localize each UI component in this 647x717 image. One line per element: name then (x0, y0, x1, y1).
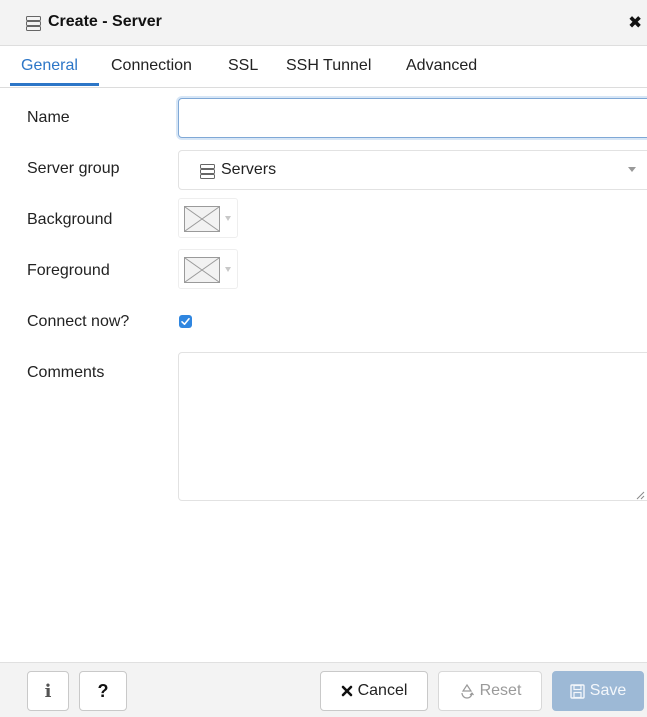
server-group-label: Server group (27, 160, 120, 177)
comments-textarea[interactable] (178, 352, 647, 501)
help-icon: ? (97, 680, 109, 701)
chevron-down-icon (628, 167, 636, 172)
name-label: Name (27, 109, 70, 126)
server-group-select[interactable]: Servers (178, 150, 647, 190)
dialog-titlebar: Create - Server ✖ (0, 0, 647, 46)
dialog-footer: i ? Cancel Reset Save (0, 662, 647, 717)
comments-label: Comments (27, 364, 105, 381)
save-label: Save (589, 682, 627, 699)
server-group-icon (200, 164, 215, 184)
reset-label: Reset (479, 682, 522, 699)
reset-button[interactable]: Reset (438, 671, 542, 711)
resize-grip-icon[interactable] (635, 487, 645, 505)
no-color-icon (184, 257, 220, 288)
recycle-icon (459, 683, 475, 699)
server-group-icon (26, 16, 41, 36)
tab-ssh-tunnel[interactable]: SSH Tunnel (286, 57, 371, 75)
tab-bar: General Connection SSL SSH Tunnel Advanc… (0, 46, 647, 88)
chevron-down-icon (225, 216, 231, 221)
active-tab-indicator (10, 83, 99, 86)
cancel-button[interactable]: Cancel (320, 671, 428, 711)
foreground-color-picker[interactable] (178, 249, 238, 289)
info-icon: i (44, 680, 52, 702)
chevron-down-icon (225, 267, 231, 272)
check-icon (181, 317, 190, 325)
server-group-value: Servers (221, 161, 277, 178)
dialog-title: Create - Server (48, 13, 162, 30)
tab-ssl[interactable]: SSL (228, 57, 258, 75)
help-button[interactable]: ? (79, 671, 127, 711)
close-icon (341, 685, 353, 697)
tab-general[interactable]: General (21, 57, 78, 75)
background-label: Background (27, 211, 113, 228)
tab-advanced[interactable]: Advanced (406, 57, 477, 75)
close-icon[interactable]: ✖ (628, 13, 642, 33)
info-button[interactable]: i (27, 671, 69, 711)
background-color-picker[interactable] (178, 198, 238, 238)
cancel-label: Cancel (357, 682, 408, 699)
floppy-disk-icon (570, 683, 585, 699)
tab-connection[interactable]: Connection (111, 57, 192, 75)
connect-now-checkbox[interactable] (179, 315, 192, 328)
no-color-icon (184, 206, 220, 237)
foreground-label: Foreground (27, 262, 110, 279)
save-button[interactable]: Save (552, 671, 644, 711)
name-input[interactable] (178, 98, 647, 138)
connect-now-label: Connect now? (27, 313, 130, 330)
